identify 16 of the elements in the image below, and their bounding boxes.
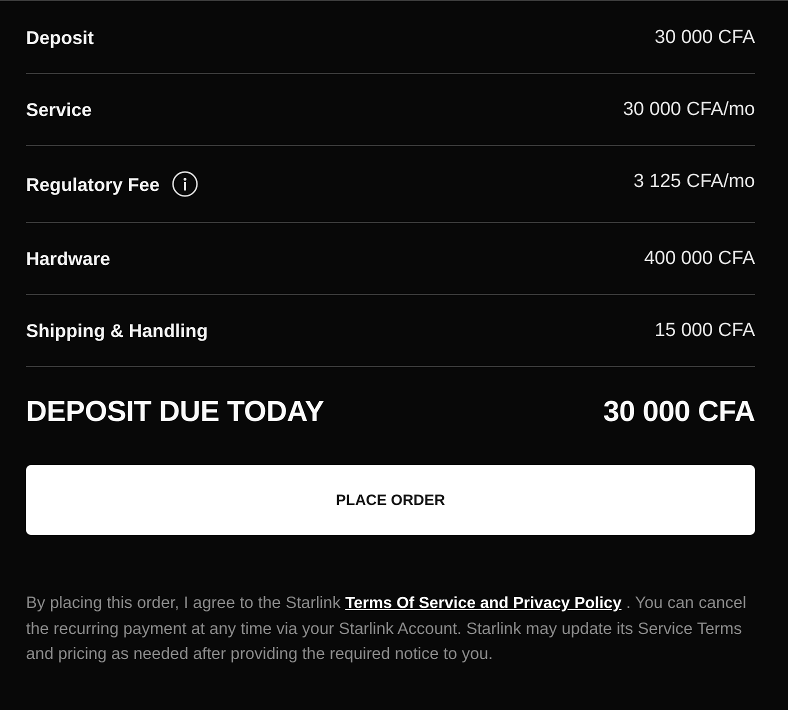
item-price: 15 000 CFA (654, 320, 755, 341)
item-label: Shipping & Handling (26, 320, 208, 341)
item-label: Service (26, 99, 92, 120)
item-price: 400 000 CFA (644, 248, 755, 269)
terms-link[interactable]: Terms Of Service and Privacy Policy (345, 595, 622, 612)
item-price: 30 000 CFA (654, 27, 755, 48)
info-icon[interactable] (172, 171, 198, 197)
item-price: 30 000 CFA/mo (622, 99, 755, 120)
item-label: Regulatory Fee (26, 174, 160, 194)
disclaimer-text: By placing this order, I agree to the Starlink Terms Of Service and Privacy Policy . You can cancel the recurring payment at any time via your Starlink Account. Starlink may update its Service Terms and pricing as needed after providing the required notice to you. (26, 593, 748, 665)
total-amount: 30 000 CFA (603, 395, 755, 429)
item-label: Deposit (26, 27, 94, 48)
total-label: DEPOSIT DUE TODAY (26, 395, 324, 429)
item-price: 3 125 CFA/mo (634, 171, 755, 192)
item-label: Hardware (26, 248, 110, 269)
place-order-button[interactable]: PLACE ORDER (26, 465, 755, 535)
